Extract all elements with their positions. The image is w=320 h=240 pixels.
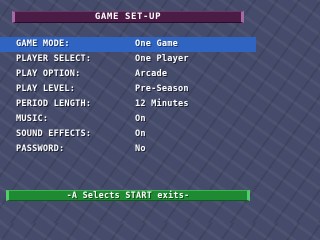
menu-item-sound-effects[interactable]: SOUND EFFECTS: On <box>0 127 256 142</box>
menu-item-value: No <box>135 144 146 154</box>
menu-item-play-level[interactable]: PLAY LEVEL: Pre-Season <box>0 82 256 97</box>
controls-hint-bar: -A Selects START exits- <box>6 190 250 201</box>
menu-item-music[interactable]: MUSIC: On <box>0 112 256 127</box>
menu-item-value: 12 Minutes <box>135 99 189 109</box>
controls-hint: -A Selects START exits- <box>66 190 190 200</box>
menu-item-label: PLAY LEVEL: <box>16 84 76 94</box>
title-bar: GAME SET-UP <box>12 11 244 23</box>
menu-item-label: PERIOD LENGTH: <box>16 99 92 109</box>
menu-item-value: One Player <box>135 54 189 64</box>
menu-item-value: Pre-Season <box>135 84 189 94</box>
menu-item-play-option[interactable]: PLAY OPTION: Arcade <box>0 67 256 82</box>
menu-item-player-select[interactable]: PLAYER SELECT: One Player <box>0 52 256 67</box>
menu-item-value: On <box>135 114 146 124</box>
screen-title: GAME SET-UP <box>94 12 162 22</box>
menu-item-label: PASSWORD: <box>16 144 65 154</box>
setup-menu: GAME MODE: One Game PLAYER SELECT: One P… <box>0 37 256 157</box>
game-setup-screen: GAME SET-UP GAME MODE: One Game PLAYER S… <box>0 0 256 223</box>
menu-item-label: GAME MODE: <box>16 39 70 49</box>
menu-item-value: On <box>135 129 146 139</box>
menu-item-password[interactable]: PASSWORD: No <box>0 142 256 157</box>
menu-item-value: Arcade <box>135 69 168 79</box>
menu-item-value: One Game <box>135 39 178 49</box>
menu-item-label: SOUND EFFECTS: <box>16 129 92 139</box>
menu-item-label: MUSIC: <box>16 114 49 124</box>
menu-item-label: PLAYER SELECT: <box>16 54 92 64</box>
menu-item-game-mode[interactable]: GAME MODE: One Game <box>0 37 256 52</box>
menu-item-label: PLAY OPTION: <box>16 69 81 79</box>
menu-item-period-length[interactable]: PERIOD LENGTH: 12 Minutes <box>0 97 256 112</box>
